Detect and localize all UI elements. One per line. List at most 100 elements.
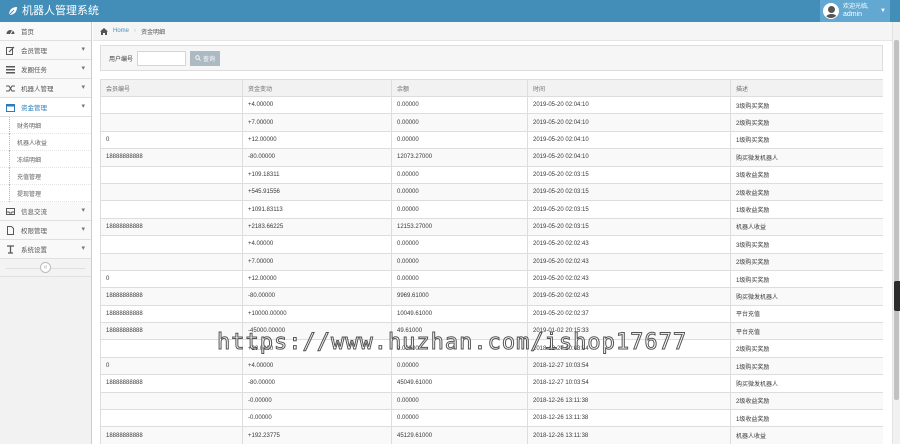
column-header[interactable]: 描述 <box>730 79 883 97</box>
file-icon <box>6 225 15 235</box>
table-cell: 0.00000 <box>391 200 528 219</box>
table-cell: 12153.27000 <box>391 217 528 237</box>
table-cell: 2018-12-27 10:03:54 <box>527 374 731 393</box>
user-menu[interactable]: 欢迎光临, admin ▼ <box>820 0 890 22</box>
table-cell: 2019-05-20 02:02:37 <box>527 304 731 324</box>
table-cell: +7.00000 <box>242 113 392 132</box>
table-cell: +192.23775 <box>242 426 392 444</box>
sidebar-item-label: 会员管理 <box>21 48 47 55</box>
top-navbar: 机器人管理系统 欢迎光临, admin ▼ <box>0 0 900 22</box>
table-cell: 2019-05-20 02:02:43 <box>527 235 731 254</box>
table-cell <box>100 165 243 184</box>
table-cell: 45129.61000 <box>391 426 528 444</box>
sidebar-subitem[interactable]: 机器人收益 <box>0 134 91 151</box>
app-brand[interactable]: 机器人管理系统 <box>8 3 99 19</box>
wrench-icon <box>6 244 15 254</box>
table-cell: 2019-05-20 02:03:15 <box>527 165 731 184</box>
table-row: -0.00000 0.00000 2018-12-26 13:11:38 2级收益奖励 <box>100 391 883 411</box>
table-cell: 2018-12-26 13:11:38 <box>527 391 731 411</box>
user-id-input[interactable] <box>137 50 187 66</box>
scrollbar-thumb[interactable] <box>894 40 899 400</box>
sidebar-item-6[interactable]: 权限管理 ▾ <box>0 221 91 240</box>
chevron-down-icon: ▾ <box>81 103 85 110</box>
page-scrollbar[interactable] <box>892 22 900 444</box>
table-row: 18888888888 -45000.00000 49.61000 2019-01-0… <box>100 322 883 341</box>
table-row: 0 +12.00000 0.00000 2019-05-20 02:02:43 1级购买… <box>100 269 883 289</box>
calendar-icon <box>6 103 15 112</box>
table-row: +7.00000 0.00000 2019-05-20 02:02:43 2级购买奖励 <box>100 252 883 271</box>
table-cell: 3级收益奖励 <box>730 165 883 184</box>
table-cell: 49.61000 <box>391 322 528 341</box>
table-cell: -80.00000 <box>242 374 392 393</box>
table-cell: 2019-05-20 02:04:10 <box>527 130 731 150</box>
chevron-down-icon: ▾ <box>81 226 85 233</box>
table-cell <box>100 391 243 411</box>
sidebar-subitem[interactable]: 财务明细 <box>0 117 91 134</box>
floating-side-tab[interactable] <box>894 281 900 311</box>
funds-table-container: 会员编号 资金变动 余额 时间 描述 +4.00000 0.00000 2019-05-20… <box>100 79 883 444</box>
column-header[interactable]: 资金变动 <box>242 79 392 97</box>
sidebar-subitem[interactable]: 提现管理 <box>0 185 91 202</box>
table-cell: +20.0000 <box>242 339 392 358</box>
table-cell <box>100 200 243 219</box>
table-cell: 0.00000 <box>391 182 528 202</box>
table-cell: -45000.00000 <box>242 322 392 341</box>
breadcrumb-separator: › <box>134 28 137 34</box>
sidebar-item-label: 发圈任务 <box>21 67 47 74</box>
table-cell: +12.00000 <box>242 269 392 289</box>
table-cell: 2级购买奖励 <box>730 113 883 132</box>
search-button-label: 查询 <box>203 56 216 63</box>
table-row: 18888888888 -80.00000 9969.61000 2019-05-20… <box>100 287 883 306</box>
column-header[interactable]: 会员编号 <box>100 79 243 97</box>
search-button[interactable]: 查询 <box>190 50 221 66</box>
sidebar-item-5[interactable]: 信息交流 ▾ <box>0 202 91 221</box>
sidebar-item-3[interactable]: 机器人管理 ▾ <box>0 79 91 98</box>
table-cell: 45049.61000 <box>391 374 528 393</box>
table-cell: 2019-05-20 02:02:43 <box>527 287 731 306</box>
table-cell: +10000.00000 <box>242 304 392 324</box>
search-icon <box>195 55 201 61</box>
table-cell: -0.00000 <box>242 409 392 428</box>
table-cell: 2级收益奖励 <box>730 182 883 202</box>
table-row: +4.00000 0.00000 2019-05-20 02:02:43 3级购买奖励 <box>100 235 883 254</box>
table-cell: +2183.66225 <box>242 217 392 237</box>
table-cell: -0.00000 <box>242 391 392 411</box>
sidebar-item-label: 信息交流 <box>21 209 47 216</box>
sidebar-item-7[interactable]: 系统设置 ▾ <box>0 240 91 259</box>
sidebar-item-label: 首页 <box>21 29 34 36</box>
sidebar-item-label: 系统设置 <box>21 247 47 254</box>
column-header[interactable]: 时间 <box>527 79 731 97</box>
table-row: +1091.83113 0.00000 2019-05-20 02:03:15 1级收… <box>100 200 883 219</box>
table-row: 18888888888 +2183.66225 12153.27000 2019-05… <box>100 217 883 237</box>
table-cell: +109.18311 <box>242 165 392 184</box>
sidebar-subitem[interactable]: 冻结明细 <box>0 151 91 168</box>
table-cell: 2018-12-27 10:03:54 <box>527 339 731 358</box>
table-cell: 12073.27000 <box>391 148 528 167</box>
table-cell: 2019-05-20 02:02:43 <box>527 269 731 289</box>
sidebar-subitem[interactable]: 充值管理 <box>0 168 91 185</box>
table-header-row: 会员编号 资金变动 余额 时间 描述 <box>100 79 883 97</box>
sidebar-item-1[interactable]: 会员管理 ▾ <box>0 41 91 60</box>
inbox-icon <box>6 207 15 216</box>
sidebar-item-0[interactable]: 首页 <box>0 22 91 41</box>
table-row: 18888888888 +192.23775 45129.61000 2018-12-… <box>100 426 883 444</box>
user-name: admin <box>843 11 863 18</box>
collapse-sidebar-button[interactable]: « <box>40 262 51 273</box>
column-header[interactable]: 余额 <box>391 79 528 97</box>
table-cell: 0.00000 <box>391 339 528 358</box>
table-cell: 3级购买奖励 <box>730 235 883 254</box>
table-cell: 2019-01-02 20:15:33 <box>527 322 731 341</box>
table-cell: 18888888888 <box>100 148 243 167</box>
table-cell: 2019-05-20 02:04:10 <box>527 113 731 132</box>
table-row: +109.18311 0.00000 2019-05-20 02:03:15 3级收益… <box>100 165 883 184</box>
chevron-down-icon: ▾ <box>81 46 85 53</box>
table-cell: +4.00000 <box>242 356 392 376</box>
sidebar-collapse-row: « <box>0 259 91 277</box>
user-info: 欢迎光临, admin <box>843 4 869 18</box>
sidebar-item-4[interactable]: 资金管理 ▾ <box>0 98 91 117</box>
table-row: -0.00000 0.00000 2018-12-26 13:11:38 1级收益奖励 <box>100 409 883 428</box>
breadcrumb-home-link[interactable]: Home <box>113 28 129 34</box>
edit-icon <box>6 46 15 55</box>
sidebar-item-2[interactable]: 发圈任务 ▾ <box>0 60 91 79</box>
table-cell <box>100 235 243 254</box>
